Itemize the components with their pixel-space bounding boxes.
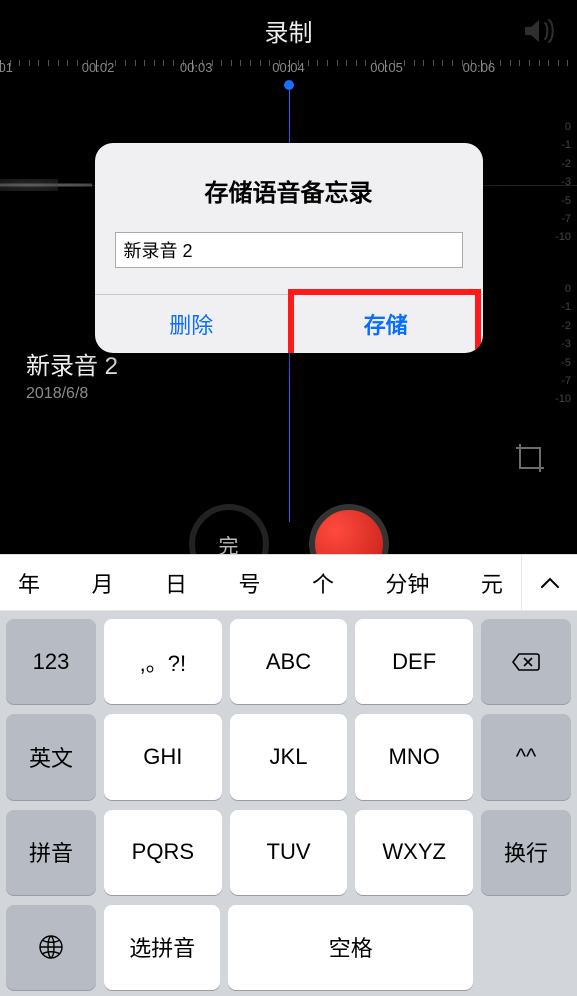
candidate[interactable]: 个 — [312, 567, 334, 599]
key-def[interactable]: DEF — [355, 619, 473, 704]
done-button[interactable]: 完 — [189, 504, 269, 554]
speaker-icon[interactable] — [523, 18, 557, 49]
ruler-label: 00:06 — [463, 60, 496, 75]
key-punct[interactable]: ,。?! — [104, 619, 222, 704]
expand-candidates-button[interactable] — [521, 555, 577, 611]
candidate[interactable]: 元 — [481, 567, 503, 599]
globe-key[interactable] — [6, 905, 96, 990]
recording-info: 新录音 2 2018/6/8 — [26, 346, 577, 403]
backspace-key[interactable] — [481, 619, 571, 704]
ruler-label: 00:02 — [82, 60, 115, 75]
recording-name-input[interactable] — [115, 232, 463, 268]
recording-date: 2018/6/8 — [26, 385, 577, 403]
candidate[interactable]: 分钟 — [385, 567, 429, 599]
key-pinyin[interactable]: 拼音 — [6, 810, 96, 895]
timeline-ruler[interactable]: 01 00:02 00:03 00:04 00:05 00:06 — [0, 60, 577, 100]
key-tuv[interactable]: TUV — [230, 810, 348, 895]
key-pqrs[interactable]: PQRS — [104, 810, 222, 895]
page-title: 录制 — [265, 13, 313, 48]
key-english[interactable]: 英文 — [6, 714, 96, 799]
key-caret[interactable]: ^^ — [481, 714, 571, 799]
save-dialog: 存储语音备忘录 删除 存储 — [95, 143, 483, 353]
key-abc[interactable]: ABC — [230, 619, 348, 704]
candidate[interactable]: 月 — [91, 567, 113, 599]
candidate[interactable]: 年 — [18, 567, 40, 599]
key-return[interactable]: 换行 — [481, 810, 571, 895]
candidate[interactable]: 日 — [165, 567, 187, 599]
ruler-label: 00:05 — [370, 60, 403, 75]
candidate-row: 年 月 日 号 个 分钟 元 — [0, 555, 577, 611]
key-wxyz[interactable]: WXYZ — [355, 810, 473, 895]
ruler-label: 00:04 — [272, 60, 305, 75]
db-scale-bottom: 0-1-2-3-5-7-10 — [555, 282, 571, 411]
key-ghi[interactable]: GHI — [104, 714, 222, 799]
crop-icon[interactable] — [513, 441, 547, 480]
header: 录制 — [0, 0, 577, 60]
delete-button[interactable]: 删除 — [95, 295, 289, 353]
record-button[interactable] — [309, 504, 389, 554]
keyboard: 年 月 日 号 个 分钟 元 123 ,。?! ABC DEF 英文 GHI JKL MNO… — [0, 554, 577, 996]
save-button[interactable]: 存储 — [288, 295, 483, 353]
ruler-label: 00:03 — [180, 60, 213, 75]
key-jkl[interactable]: JKL — [230, 714, 348, 799]
key-123[interactable]: 123 — [6, 619, 96, 704]
key-mno[interactable]: MNO — [355, 714, 473, 799]
playhead-dot — [284, 80, 294, 90]
key-select-pinyin[interactable]: 选拼音 — [104, 905, 220, 990]
space-key[interactable]: 空格 — [228, 905, 473, 990]
ruler-label: 01 — [0, 60, 13, 75]
candidate[interactable]: 号 — [238, 567, 260, 599]
db-scale-top: 0-1-2-3-5-7-10 — [555, 120, 571, 249]
dialog-title: 存储语音备忘录 — [95, 143, 483, 232]
